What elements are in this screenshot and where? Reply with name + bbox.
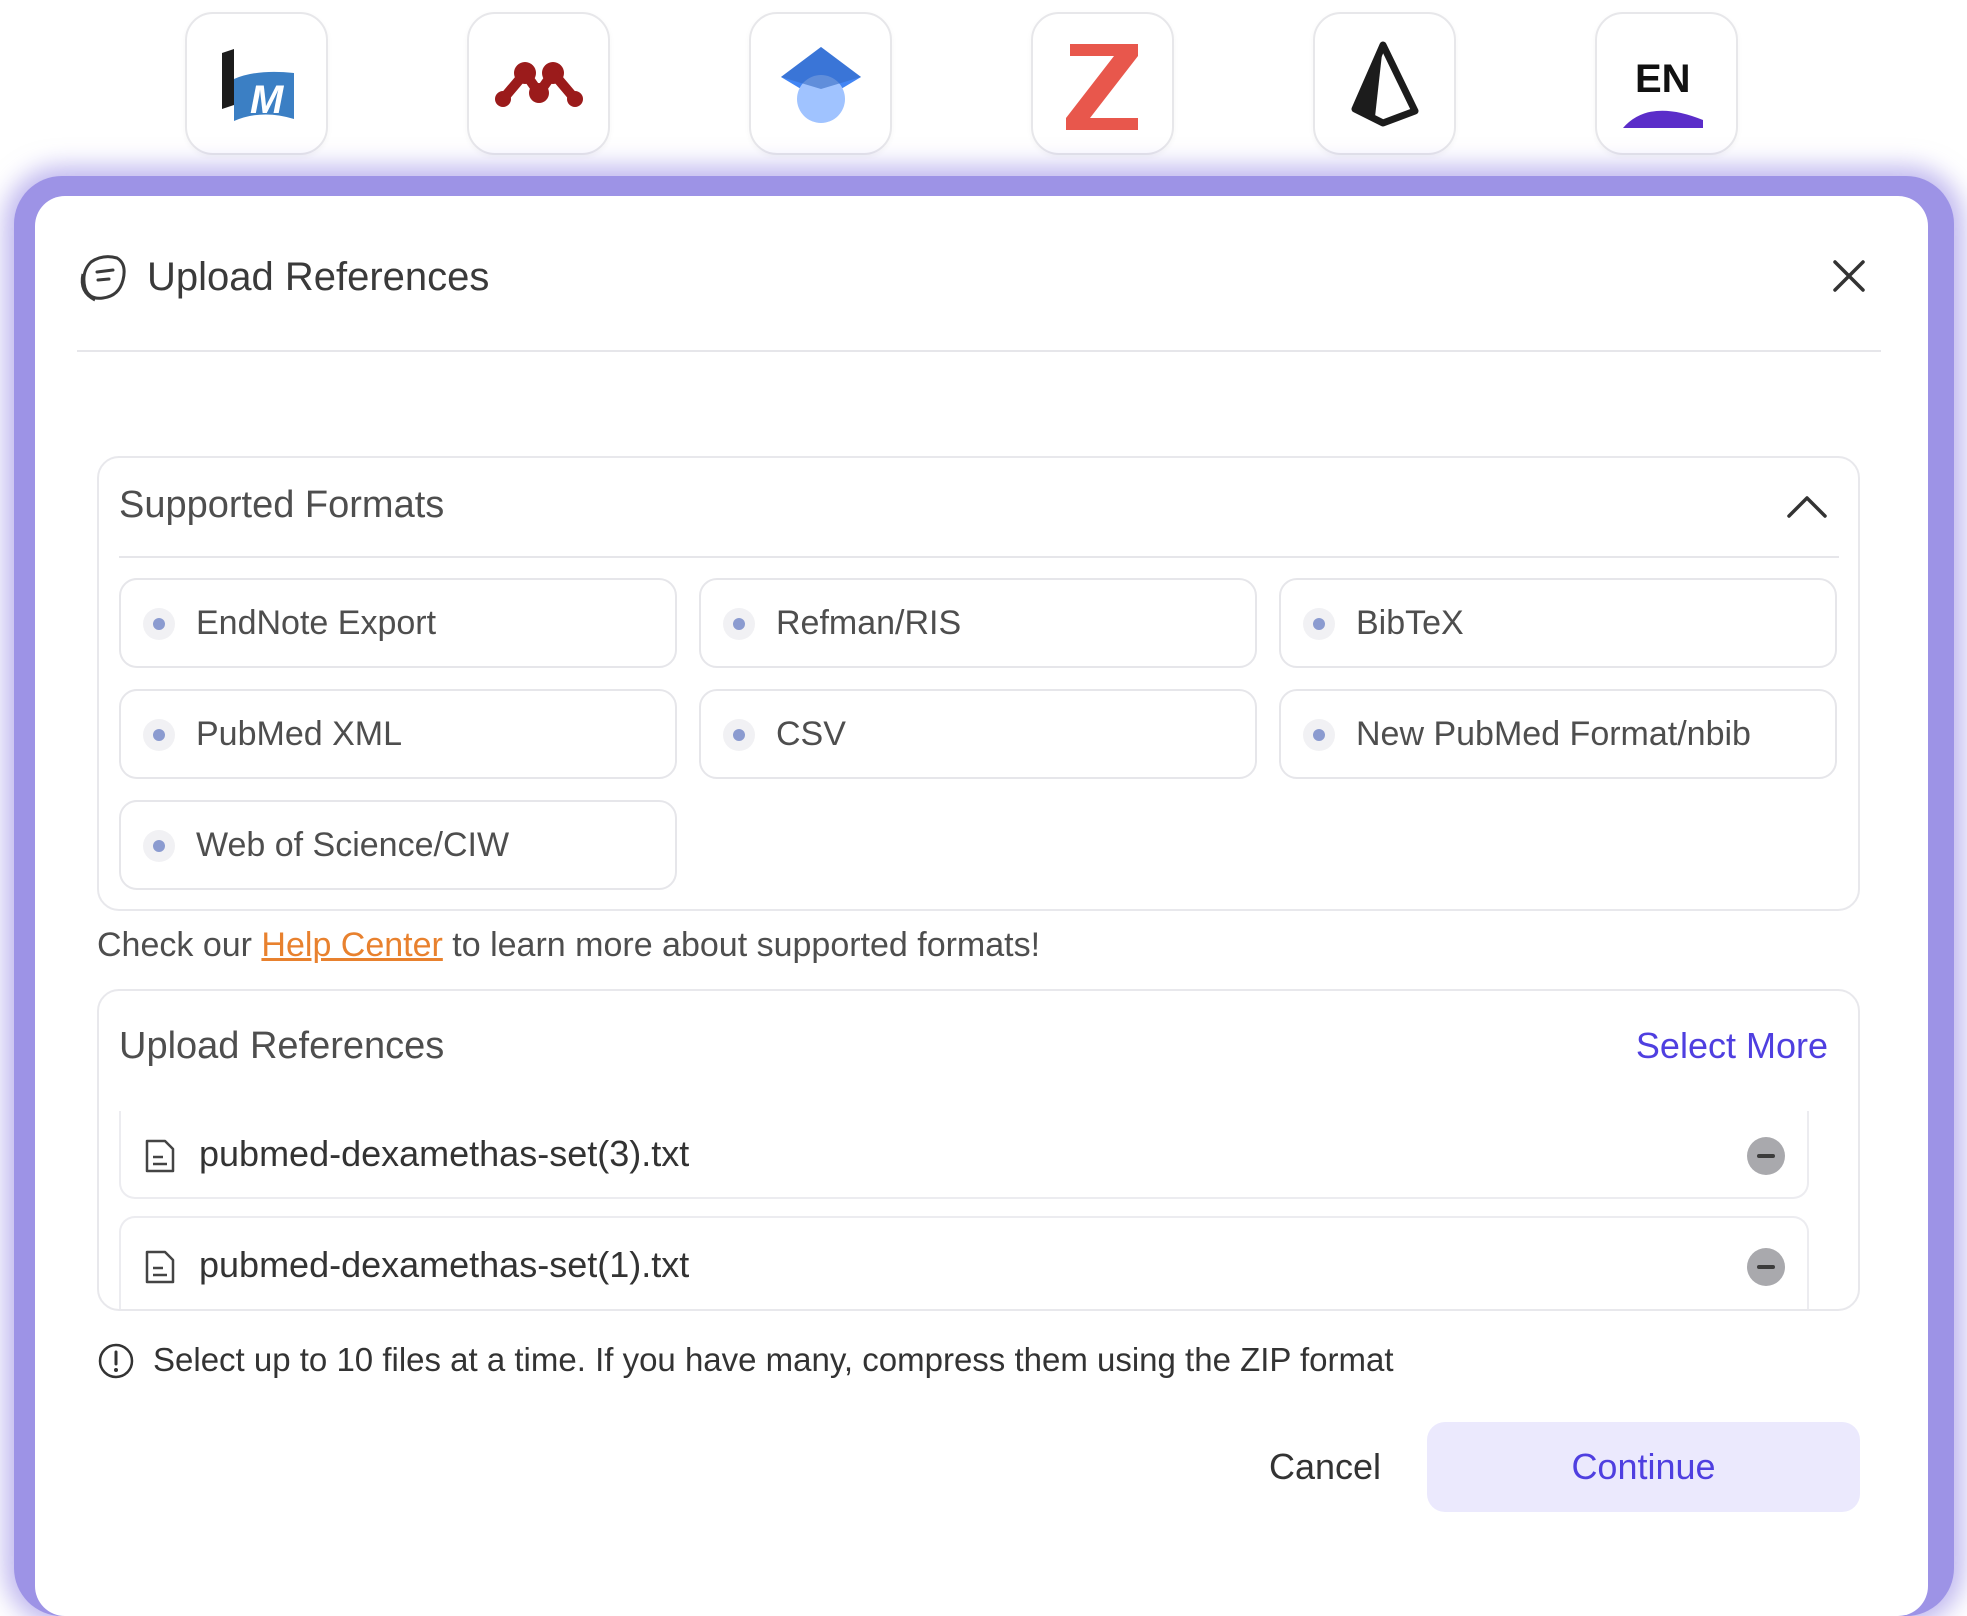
format-label: EndNote Export	[196, 604, 437, 642]
upload-panel-title: Upload References	[119, 1025, 445, 1067]
chevron-up-icon[interactable]	[1783, 484, 1831, 532]
format-chip-refman-ris: Refman/RIS	[699, 578, 1257, 668]
dialog-header: Upload References	[77, 246, 1881, 352]
select-more-button[interactable]: Select More	[1636, 1021, 1828, 1071]
upload-references-panel: Upload References Select More pubmed-dex…	[97, 989, 1860, 1311]
help-text: Check our Help Center to learn more abou…	[97, 922, 1040, 968]
dialog-title: Upload References	[147, 255, 490, 299]
upload-references-dialog: Upload References Supported Formats EndN…	[35, 196, 1928, 1616]
file-row: pubmed-dexamethas-set(1).txt	[119, 1216, 1809, 1309]
svg-text:EN: EN	[1635, 57, 1691, 101]
file-name: pubmed-dexamethas-set(1).txt	[199, 1244, 690, 1285]
file-limit-text: Select up to 10 files at a time. If you …	[153, 1341, 1394, 1378]
endnote-icon: EN	[1622, 39, 1711, 128]
format-label: Web of Science/CIW	[196, 826, 510, 864]
mendeley-icon	[494, 61, 583, 107]
continue-button[interactable]: Continue	[1427, 1422, 1860, 1512]
app-tile-mendeley-library[interactable]: M	[185, 12, 328, 155]
format-label: CSV	[776, 715, 846, 753]
format-label: Refman/RIS	[776, 604, 962, 642]
format-chip-endnote-export: EndNote Export	[119, 578, 677, 668]
close-icon[interactable]	[1827, 254, 1871, 298]
reference-manager-icons: M EN	[0, 12, 1967, 162]
app-tile-google-scholar[interactable]	[749, 12, 892, 155]
google-scholar-icon	[780, 46, 861, 123]
format-chip-csv: CSV	[699, 689, 1257, 779]
cancel-button[interactable]: Cancel	[1195, 1422, 1455, 1512]
mendeley-style-library-icon: M	[221, 48, 294, 122]
app-tile-zotero[interactable]	[1031, 12, 1174, 155]
paperpile-icon	[1351, 41, 1418, 126]
app-tile-endnote[interactable]: EN	[1595, 12, 1738, 155]
format-label: BibTeX	[1356, 604, 1464, 642]
bullet-icon	[1303, 608, 1335, 640]
bullet-icon	[143, 830, 175, 862]
file-icon	[145, 1250, 175, 1284]
supported-formats-header[interactable]: Supported Formats	[119, 458, 1839, 558]
app-tile-mendeley[interactable]	[467, 12, 610, 155]
format-chip-pubmed-xml: PubMed XML	[119, 689, 677, 779]
bullet-icon	[143, 719, 175, 751]
remove-file-button[interactable]	[1747, 1248, 1785, 1286]
help-center-link[interactable]: Help Center	[261, 926, 442, 964]
bullet-icon	[143, 608, 175, 640]
help-prefix: Check our	[97, 926, 252, 964]
format-chip-bibtex: BibTeX	[1279, 578, 1837, 668]
file-icon	[145, 1139, 175, 1173]
reference-document-icon	[80, 255, 126, 302]
supported-formats-title: Supported Formats	[119, 484, 445, 526]
bullet-icon	[1303, 719, 1335, 751]
format-chip-web-of-science: Web of Science/CIW	[119, 800, 677, 890]
remove-file-button[interactable]	[1747, 1137, 1785, 1175]
supported-formats-panel: Supported Formats EndNote Export Refman/…	[97, 456, 1860, 911]
app-tile-paperpile[interactable]	[1313, 12, 1456, 155]
zotero-icon	[1065, 43, 1138, 130]
file-row: pubmed-dexamethas-set(3).txt	[119, 1111, 1809, 1199]
format-label: New PubMed Format/nbib	[1356, 715, 1751, 753]
file-name: pubmed-dexamethas-set(3).txt	[199, 1133, 690, 1174]
help-suffix: to learn more about supported formats!	[452, 926, 1041, 964]
format-chip-nbib: New PubMed Format/nbib	[1279, 689, 1837, 779]
format-label: PubMed XML	[196, 715, 402, 753]
bullet-icon	[723, 719, 755, 751]
info-icon	[98, 1343, 134, 1379]
svg-text:M: M	[250, 78, 285, 122]
bullet-icon	[723, 608, 755, 640]
